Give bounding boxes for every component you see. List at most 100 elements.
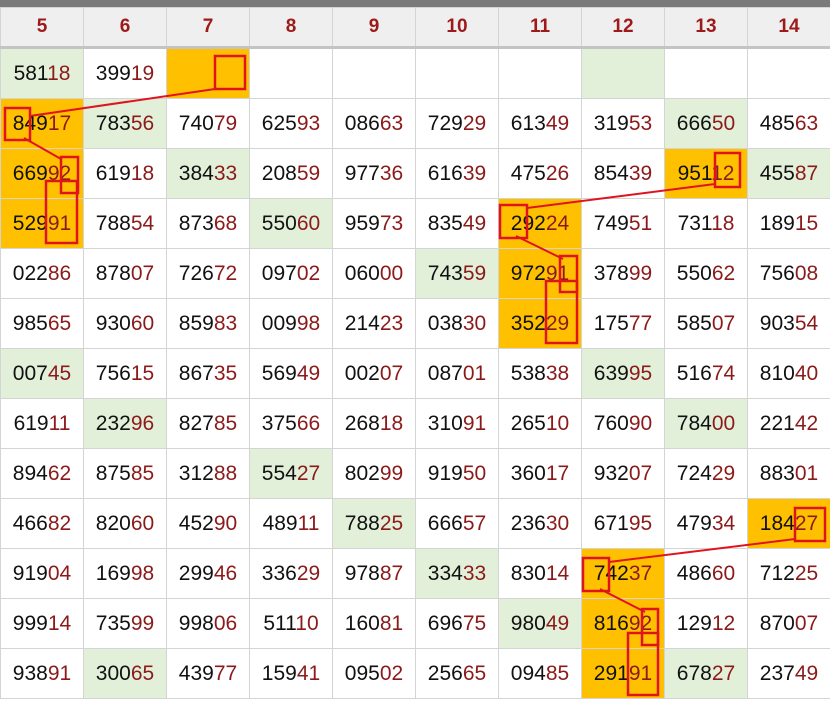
number-cell: 95973: [332, 198, 416, 249]
number-cell: 09702: [249, 248, 333, 299]
cell-value: 20859: [261, 161, 321, 185]
number-cell: 66657: [415, 498, 499, 549]
number-cell: 23749: [747, 648, 830, 699]
number-cell: 80299: [332, 448, 416, 499]
number-cell: 61911: [0, 398, 84, 449]
number-cell: 71225: [747, 548, 830, 599]
cell-value: 76090: [593, 411, 653, 435]
number-cell: 81040: [747, 348, 830, 399]
table-row: 46682 82060 45290 48911 78825 66657 23630 67195…: [0, 498, 830, 549]
cell-value: 18427: [759, 511, 819, 535]
number-cell: 38433: [166, 148, 250, 199]
cell-value: 72429: [676, 461, 736, 485]
number-cell: 82785: [166, 398, 250, 449]
number-cell: 87807: [83, 248, 167, 299]
number-cell: 55427: [249, 448, 333, 499]
cell-value: 66650: [676, 111, 736, 135]
cell-value: 43977: [178, 661, 238, 685]
number-cell: 72672: [166, 248, 250, 299]
cell-value: 15941: [261, 661, 321, 685]
cell-value: 61918: [95, 161, 155, 185]
cell-value: 87585: [95, 461, 155, 485]
cell-value: 67827: [676, 661, 736, 685]
cell-value: 73599: [95, 611, 155, 635]
number-cell: 66650: [664, 98, 748, 149]
cell-value: 02286: [12, 261, 72, 285]
number-cell: 00207: [332, 348, 416, 399]
number-cell: 61349: [498, 98, 582, 149]
number-cell: 47934: [664, 498, 748, 549]
number-cell: 73118: [664, 198, 748, 249]
number-cell: 46682: [0, 498, 84, 549]
number-cell: 66992: [0, 148, 84, 199]
cell-value: 38433: [178, 161, 238, 185]
number-cell: 67827: [664, 648, 748, 699]
number-cell: [415, 47, 499, 99]
cell-value: 23296: [95, 411, 155, 435]
number-cell: 74237: [581, 548, 665, 599]
cell-value: 37899: [593, 261, 653, 285]
number-cell: 87007: [747, 598, 830, 649]
column-header: 11: [498, 7, 582, 49]
number-cell: 89462: [0, 448, 84, 499]
table-row: 93891 30065 43977 15941 09502 25665 09485 29191…: [0, 648, 830, 699]
column-header: 6: [83, 7, 167, 49]
cell-value: 16081: [344, 611, 404, 635]
column-header: 10: [415, 7, 499, 49]
number-cell: 78825: [332, 498, 416, 549]
cell-value: 88301: [759, 461, 819, 485]
number-cell: 18427: [747, 498, 830, 549]
cell-value: 95112: [677, 161, 735, 185]
column-header: 5: [0, 7, 84, 49]
number-cell: 45587: [747, 148, 830, 199]
cell-value: 46682: [12, 511, 72, 535]
cell-value: 48660: [676, 561, 736, 585]
cell-value: 66657: [427, 511, 487, 535]
cell-value: 87368: [178, 211, 238, 235]
cell-value: 61911: [13, 411, 71, 435]
cell-value: 17577: [593, 311, 653, 335]
number-cell: 83014: [498, 548, 582, 599]
column-header: 8: [249, 7, 333, 49]
cell-value: 71225: [759, 561, 819, 585]
cell-value: 67195: [593, 511, 653, 535]
cell-value: 90354: [759, 311, 819, 335]
number-cell: 43977: [166, 648, 250, 699]
cell-value: 75615: [95, 361, 155, 385]
number-cell: 29224: [498, 198, 582, 249]
number-cell: 37899: [581, 248, 665, 299]
number-cell: 61918: [83, 148, 167, 199]
cell-value: 97291: [510, 261, 570, 285]
number-cell: 58507: [664, 298, 748, 349]
number-cell: 12912: [664, 598, 748, 649]
number-cell: 90354: [747, 298, 830, 349]
number-cell: 87368: [166, 198, 250, 249]
cell-value: 85983: [178, 311, 238, 335]
cell-value: 63995: [593, 361, 653, 385]
table-row: 00745 75615 86735 56949 00207 08701 53838 63995…: [0, 348, 830, 399]
number-cell: [332, 47, 416, 99]
cell-value: 00998: [261, 311, 321, 335]
top-border: [0, 0, 830, 7]
cell-value: 31288: [178, 461, 238, 485]
number-cell: 18915: [747, 198, 830, 249]
number-cell: 02286: [0, 248, 84, 299]
cell-value: 99914: [12, 611, 72, 635]
number-cell: 84917: [0, 98, 84, 149]
column-header: 7: [166, 7, 250, 49]
cell-value: 99806: [178, 611, 238, 635]
cell-value: 56949: [261, 361, 321, 385]
number-cell: 55062: [664, 248, 748, 299]
cell-value: 03830: [427, 311, 487, 335]
cell-value: 66992: [12, 161, 72, 185]
cell-value: 91904: [12, 561, 72, 585]
number-cell: [664, 47, 748, 99]
number-cell: 93207: [581, 448, 665, 499]
cell-value: 33629: [261, 561, 321, 585]
number-cell: 33433: [415, 548, 499, 599]
number-cell: 22142: [747, 398, 830, 449]
cell-value: 75608: [759, 261, 819, 285]
cell-value: 87807: [95, 261, 155, 285]
cell-value: 58507: [676, 311, 736, 335]
number-cell: 48911: [249, 498, 333, 549]
